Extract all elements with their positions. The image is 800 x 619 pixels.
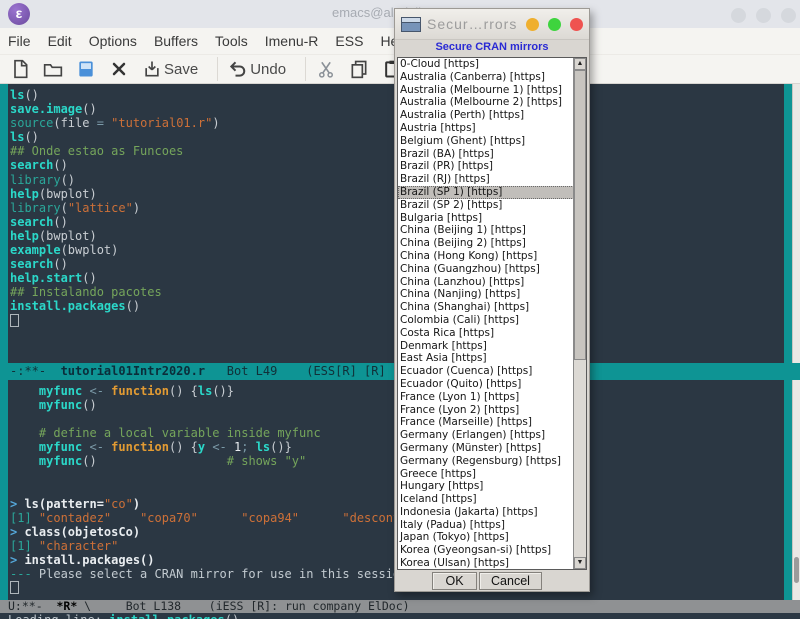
open-file-icon — [76, 59, 96, 79]
mirror-option[interactable]: China (Beijing 1) [https] — [398, 224, 586, 237]
toolbar-separator — [217, 57, 218, 81]
undo-label: Undo — [250, 61, 286, 78]
mirror-option[interactable]: Belgium (Ghent) [https] — [398, 135, 586, 148]
minimize-icon[interactable] — [526, 18, 539, 31]
mirror-option[interactable]: 0-Cloud [https] — [398, 58, 586, 71]
mirror-option[interactable]: East Asia [https] — [398, 352, 586, 365]
close-icon[interactable] — [570, 18, 583, 31]
mirror-option[interactable]: Greece [https] — [398, 468, 586, 481]
copy-button[interactable] — [347, 58, 371, 80]
mirror-option[interactable]: China (Lanzhou) [https] — [398, 276, 586, 289]
mirror-option[interactable]: France (Marseille) [https] — [398, 416, 586, 429]
cut-icon — [316, 59, 336, 79]
mirror-option[interactable]: Bulgaria [https] — [398, 212, 586, 225]
mirror-option[interactable]: China (Hong Kong) [https] — [398, 250, 586, 263]
dialog-scrollbar[interactable]: ▲ ▼ — [573, 58, 586, 569]
emacs-frame: ε emacs@aledall FileEditOptionsBuffersTo… — [0, 0, 800, 619]
mirror-option[interactable]: Ecuador (Quito) [https] — [398, 378, 586, 391]
toolbar-separator — [305, 57, 306, 81]
dialog-title: Secur…rrors — [427, 16, 517, 32]
menu-options[interactable]: Options — [89, 33, 137, 49]
left-scrollbar[interactable] — [0, 84, 8, 363]
menu-edit[interactable]: Edit — [48, 33, 72, 49]
text-cursor — [10, 581, 19, 594]
dialog-heading: Secure CRAN mirrors — [395, 40, 589, 57]
mirror-option[interactable]: China (Shanghai) [https] — [398, 301, 586, 314]
open-folder-button[interactable] — [41, 58, 65, 80]
scroll-down-icon[interactable]: ▼ — [574, 557, 586, 569]
dialog-button-row: OK Cancel — [395, 571, 589, 591]
mirror-option[interactable]: Ecuador (Cuenca) [https] — [398, 365, 586, 378]
mirror-option[interactable]: Japan (Tokyo) [https] — [398, 531, 586, 544]
right-scrollbar[interactable] — [792, 84, 800, 600]
maximize-icon[interactable] — [548, 18, 561, 31]
window-control-icon[interactable] — [731, 8, 746, 23]
mirror-option[interactable]: Hungary [https] — [398, 480, 586, 493]
mirror-option[interactable]: Australia (Melbourne 1) [https] — [398, 84, 586, 97]
dialog-title-bar[interactable]: Secur…rrors — [395, 9, 589, 40]
close-buffer-icon — [109, 59, 129, 79]
new-file-button[interactable] — [8, 58, 32, 80]
mirror-list: 0-Cloud [https]Australia (Canberra) [htt… — [397, 57, 587, 570]
mirror-option[interactable]: China (Beijing 2) [https] — [398, 237, 586, 250]
mirror-option[interactable]: Australia (Perth) [https] — [398, 109, 586, 122]
mirror-option[interactable]: Germany (Regensburg) [https] — [398, 455, 586, 468]
mirror-option[interactable]: Korea (Gyeongsan-si) [https] — [398, 544, 586, 557]
dialog-window-icon — [401, 17, 421, 32]
menu-file[interactable]: File — [8, 33, 31, 49]
save-icon — [142, 59, 162, 79]
menu-tools[interactable]: Tools — [215, 33, 248, 49]
scrollbar-thumb[interactable] — [574, 70, 586, 360]
cran-mirror-dialog: Secur…rrors Secure CRAN mirrors 0-Cloud … — [394, 8, 590, 592]
mirror-option[interactable]: Germany (Erlangen) [https] — [398, 429, 586, 442]
mirror-option[interactable]: Australia (Canberra) [https] — [398, 71, 586, 84]
undo-button[interactable]: Undo — [226, 58, 288, 80]
new-file-icon — [10, 59, 30, 79]
mirror-option[interactable]: Australia (Melbourne 2) [https] — [398, 96, 586, 109]
mirror-option[interactable]: Brazil (SP 2) [https] — [398, 199, 586, 212]
mirror-option[interactable]: France (Lyon 2) [https] — [398, 404, 586, 417]
undo-icon — [228, 59, 248, 79]
scrollbar-thumb[interactable] — [794, 557, 799, 583]
mirror-option[interactable]: Colombia (Cali) [https] — [398, 314, 586, 327]
mirror-option[interactable]: Brazil (RJ) [https] — [398, 173, 586, 186]
window-control-icon[interactable] — [756, 8, 771, 23]
mirror-option[interactable]: Italy (Padua) [https] — [398, 519, 586, 532]
mirror-option[interactable]: France (Lyon 1) [https] — [398, 391, 586, 404]
menu-ess[interactable]: ESS — [335, 33, 363, 49]
ok-button[interactable]: OK — [432, 572, 477, 590]
scroll-up-icon[interactable]: ▲ — [574, 58, 586, 70]
menu-buffers[interactable]: Buffers — [154, 33, 198, 49]
left-scrollbar[interactable] — [0, 380, 8, 600]
mirror-option[interactable]: China (Guangzhou) [https] — [398, 263, 586, 276]
echo-area: Loading line: install.packages() — [0, 613, 800, 619]
mirror-option[interactable]: Denmark [https] — [398, 340, 586, 353]
right-window-edge — [784, 84, 792, 600]
mirror-option[interactable]: Germany (Münster) [https] — [398, 442, 586, 455]
emacs-logo-icon: ε — [8, 3, 30, 25]
window-control-icon[interactable] — [781, 8, 796, 23]
text-cursor — [10, 314, 19, 327]
mirror-option[interactable]: Iceland [https] — [398, 493, 586, 506]
menu-imenu-r[interactable]: Imenu-R — [265, 33, 319, 49]
open-file-button[interactable] — [74, 58, 98, 80]
open-folder-icon — [43, 59, 63, 79]
mirror-option[interactable]: Indonesia (Jakarta) [https] — [398, 506, 586, 519]
save-label: Save — [164, 61, 198, 78]
mirror-option[interactable]: Brazil (PR) [https] — [398, 160, 586, 173]
mirror-option[interactable]: Austria [https] — [398, 122, 586, 135]
save-button[interactable]: Save — [140, 58, 200, 80]
mirror-option[interactable]: China (Nanjing) [https] — [398, 288, 586, 301]
mirror-option[interactable]: Korea (Ulsan) [https] — [398, 557, 586, 570]
mirror-option[interactable]: Brazil (SP 1) [https] — [398, 186, 586, 199]
cut-button[interactable] — [314, 58, 338, 80]
copy-icon — [349, 59, 369, 79]
close-buffer-button[interactable] — [107, 58, 131, 80]
modeline-r-console: U:**- *R* \ Bot L138 (iESS [R]: run comp… — [0, 600, 800, 613]
mirror-option[interactable]: Brazil (BA) [https] — [398, 148, 586, 161]
mirror-option[interactable]: Costa Rica [https] — [398, 327, 586, 340]
cancel-button[interactable]: Cancel — [479, 572, 542, 590]
